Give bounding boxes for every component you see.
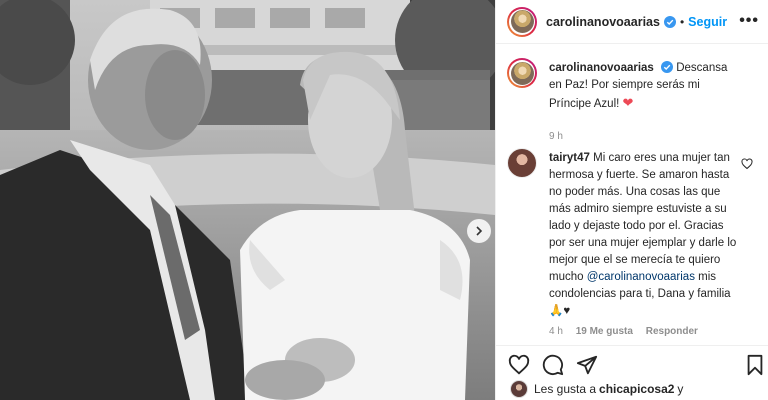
comment-meta: 4 h 19 Me gusta Responder (549, 326, 708, 337)
likes-suffix: y (677, 382, 684, 396)
caption-text-block: carolinanovoaarias Descansa en Paz! Por … (549, 60, 739, 113)
comment-reply-button[interactable]: Responder (646, 326, 698, 337)
comment-likes-count[interactable]: 19 Me gusta (576, 326, 633, 337)
comment-mention-link[interactable]: @carolinanovoaarias (587, 271, 695, 283)
save-bookmark-icon[interactable] (744, 354, 766, 376)
verified-badge-icon (661, 61, 674, 73)
comment-text: Mi caro eres una mujer tan hermosa y fue… (549, 152, 737, 283)
verified-badge-icon (663, 15, 676, 28)
likes-summary: Les gusta a chicapicosa2 y (510, 380, 683, 398)
comment-text-block: tairyt47 Mi caro eres una mujer tan herm… (549, 150, 739, 320)
liker-avatar[interactable] (510, 380, 528, 398)
author-avatar[interactable] (507, 6, 537, 37)
commenter-avatar[interactable] (507, 148, 537, 178)
caption-meta: 9 h (549, 131, 563, 142)
caption-avatar[interactable] (507, 58, 537, 88)
follow-button[interactable]: Seguir (688, 15, 727, 29)
post-actions-bar (496, 345, 768, 380)
comment-item: tairyt47 Mi caro eres una mujer tan herm… (507, 148, 757, 344)
red-heart-emoji: ❤ (622, 95, 634, 110)
comment-time[interactable]: 4 h (549, 326, 563, 337)
likes-prefix: Les gusta a (534, 382, 597, 396)
caption-username[interactable]: carolinanovoaarias (549, 62, 654, 74)
post-photo[interactable] (0, 0, 495, 400)
comments-list[interactable]: carolinanovoaarias Descansa en Paz! Por … (496, 44, 768, 344)
chevron-right-icon (476, 226, 483, 236)
next-photo-button[interactable] (467, 219, 491, 243)
post-header: carolinanovoaarias • Seguir ••• (496, 0, 768, 44)
header-separator: • (679, 14, 685, 29)
author-username[interactable]: carolinanovoaarias (546, 15, 660, 29)
post-side-panel: carolinanovoaarias • Seguir ••• carolina… (495, 0, 768, 400)
comment-username[interactable]: tairyt47 (549, 152, 590, 164)
liker-username[interactable]: chicapicosa2 (599, 382, 674, 396)
more-options-button[interactable]: ••• (739, 12, 759, 30)
caption: carolinanovoaarias Descansa en Paz! Por … (507, 58, 757, 148)
like-heart-icon[interactable] (508, 354, 530, 376)
caption-time[interactable]: 9 h (549, 131, 563, 142)
comment-like-heart-icon[interactable] (741, 158, 753, 170)
share-paper-plane-icon[interactable] (576, 354, 598, 376)
comment-bubble-icon[interactable] (542, 354, 564, 376)
post-photo-image (0, 0, 495, 400)
